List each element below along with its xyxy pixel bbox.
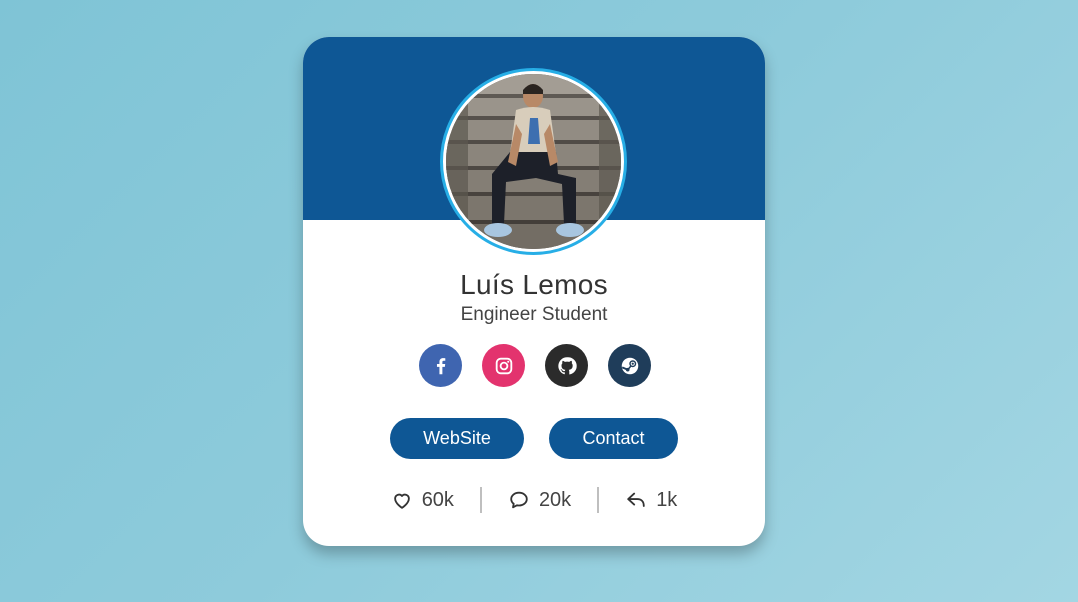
- instagram-icon: [495, 357, 512, 374]
- comment-icon: [510, 491, 528, 509]
- avatar-photo: [446, 74, 621, 249]
- likes-stat[interactable]: 60k: [365, 489, 480, 512]
- action-buttons: WebSite Contact: [303, 418, 765, 459]
- profile-name: Luís Lemos: [460, 269, 608, 300]
- avatar-ring: [440, 68, 627, 255]
- stats-bar: 60k 20k 1k: [303, 487, 765, 513]
- profile-card: Luís Lemos Engineer Student WebSite Cont…: [303, 37, 765, 546]
- profile-role: Engineer Student: [460, 304, 608, 325]
- shares-count: 1k: [656, 488, 678, 511]
- website-button[interactable]: WebSite: [390, 418, 524, 459]
- github-link[interactable]: [545, 344, 588, 387]
- avatar: [446, 74, 621, 249]
- steam-icon: [621, 357, 638, 374]
- comments-count: 20k: [538, 488, 572, 511]
- github-icon: [557, 356, 577, 374]
- social-links: [419, 344, 651, 387]
- comments-stat[interactable]: 20k: [482, 489, 597, 512]
- instagram-link[interactable]: [482, 344, 525, 387]
- heart-icon: [393, 493, 410, 509]
- shares-stat[interactable]: 1k: [599, 489, 703, 512]
- steam-link[interactable]: [608, 344, 651, 387]
- share-icon: [627, 492, 645, 507]
- likes-count: 60k: [421, 488, 454, 511]
- facebook-link[interactable]: [419, 344, 462, 387]
- facebook-icon: [436, 357, 445, 374]
- contact-button[interactable]: Contact: [549, 418, 678, 459]
